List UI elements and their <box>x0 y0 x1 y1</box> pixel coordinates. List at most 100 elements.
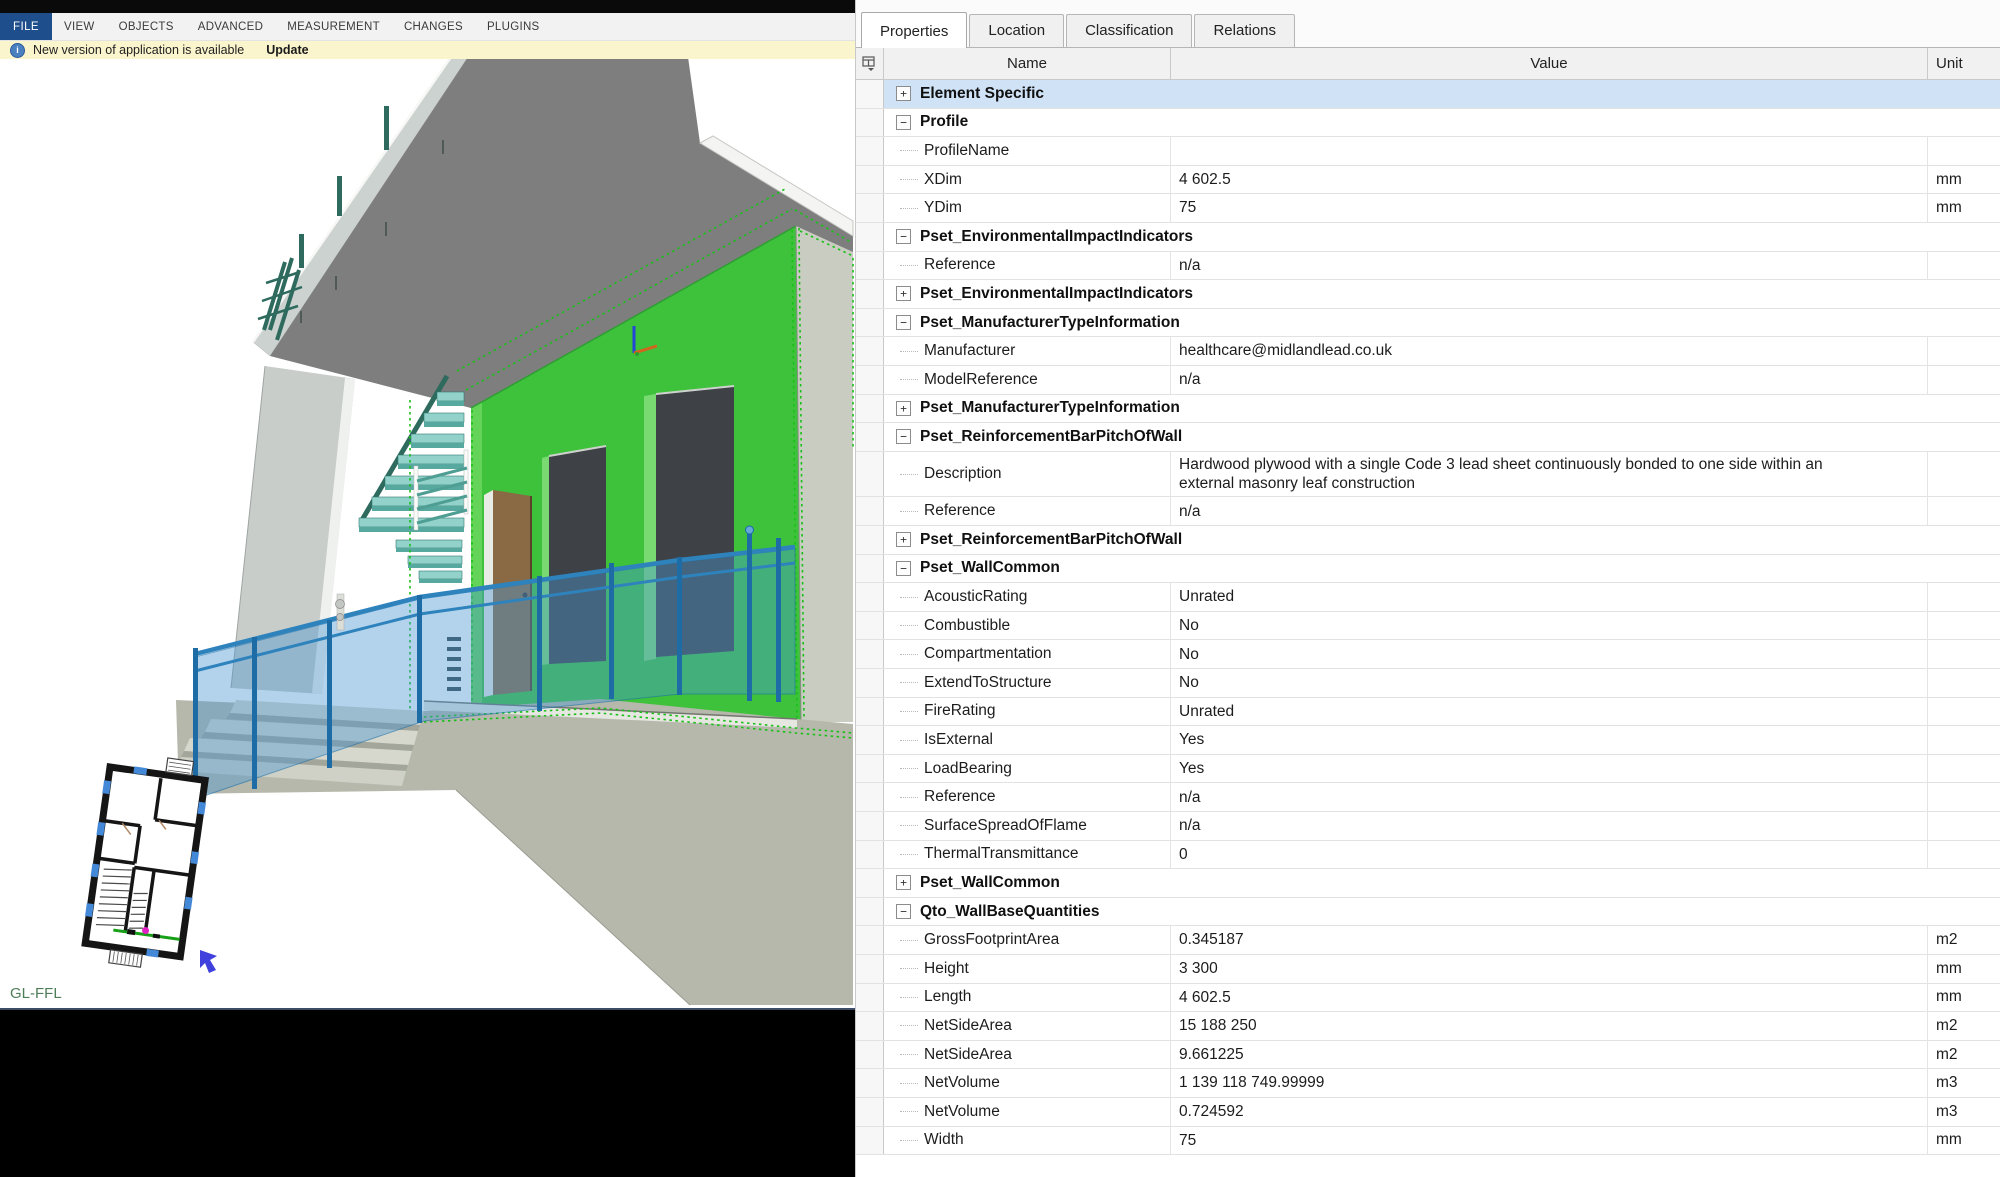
menu-item[interactable]: CHANGES <box>392 13 475 40</box>
menu-file-button[interactable]: FILE <box>0 13 52 40</box>
expand-icon[interactable]: + <box>896 875 911 890</box>
property-row[interactable]: DescriptionHardwood plywood with a singl… <box>856 452 2000 498</box>
menu-item[interactable]: OBJECTS <box>107 13 186 40</box>
expand-icon[interactable]: + <box>896 86 911 101</box>
property-group-row[interactable]: −Pset_ManufacturerTypeInformation <box>856 309 2000 338</box>
property-row[interactable]: YDim75mm <box>856 194 2000 223</box>
property-row[interactable]: LoadBearingYes <box>856 755 2000 784</box>
column-header-name[interactable]: Name <box>884 48 1171 79</box>
row-gutter <box>856 497 884 525</box>
property-row[interactable]: NetVolume0.724592m3 <box>856 1098 2000 1127</box>
group-label: Element Specific <box>920 85 1044 103</box>
column-header-value[interactable]: Value <box>1171 48 1928 79</box>
property-row[interactable]: GrossFootprintArea0.345187m2 <box>856 926 2000 955</box>
property-group-row[interactable]: −Pset_EnvironmentalImpactIndicators <box>856 223 2000 252</box>
property-value <box>1171 137 1928 165</box>
property-unit <box>1928 337 2000 365</box>
property-value: 1 139 118 749.99999 <box>1171 1069 1928 1097</box>
property-row[interactable]: XDim4 602.5mm <box>856 166 2000 195</box>
property-unit <box>1928 841 2000 869</box>
property-row[interactable]: Width75mm <box>856 1127 2000 1156</box>
property-row[interactable]: CombustibleNo <box>856 612 2000 641</box>
property-row[interactable]: NetVolume1 139 118 749.99999m3 <box>856 1069 2000 1098</box>
property-name: NetSideArea <box>924 1046 1012 1064</box>
expand-icon[interactable]: + <box>896 401 911 416</box>
property-row[interactable]: Length4 602.5mm <box>856 984 2000 1013</box>
property-name: FireRating <box>924 702 996 720</box>
property-row[interactable]: Referencen/a <box>856 252 2000 281</box>
row-gutter <box>856 669 884 697</box>
property-row[interactable]: Manufacturerhealthcare@midlandlead.co.uk <box>856 337 2000 366</box>
property-value: n/a <box>1171 783 1928 811</box>
collapse-icon[interactable]: − <box>896 429 911 444</box>
expand-icon[interactable]: + <box>896 532 911 547</box>
property-row[interactable]: SurfaceSpreadOfFlamen/a <box>856 812 2000 841</box>
property-value: Yes <box>1171 726 1928 754</box>
tab-location[interactable]: Location <box>969 14 1064 47</box>
collapse-icon[interactable]: − <box>896 561 911 576</box>
tree-stub <box>900 379 918 380</box>
menu-item[interactable]: MEASUREMENT <box>275 13 392 40</box>
property-row[interactable]: ProfileName <box>856 137 2000 166</box>
property-row[interactable]: AcousticRatingUnrated <box>856 583 2000 612</box>
property-name: Combustible <box>924 617 1010 635</box>
column-header-unit[interactable]: Unit <box>1928 48 2000 79</box>
tab-relations[interactable]: Relations <box>1194 14 1295 47</box>
tree-stub <box>900 265 918 266</box>
property-row[interactable]: ThermalTransmittance0 <box>856 841 2000 870</box>
collapse-icon[interactable]: − <box>896 229 911 244</box>
menu-item[interactable]: VIEW <box>52 13 107 40</box>
row-gutter <box>856 395 884 423</box>
property-group-row[interactable]: −Pset_WallCommon <box>856 555 2000 584</box>
tab-properties[interactable]: Properties <box>861 12 967 48</box>
group-label: Profile <box>920 113 968 131</box>
property-group-row[interactable]: −Pset_ReinforcementBarPitchOfWall <box>856 423 2000 452</box>
collapse-icon[interactable]: − <box>896 315 911 330</box>
viewport-3d[interactable] <box>0 0 855 1008</box>
property-group-row[interactable]: +Pset_EnvironmentalImpactIndicators <box>856 280 2000 309</box>
tree-stub <box>900 597 918 598</box>
property-row[interactable]: ExtendToStructureNo <box>856 669 2000 698</box>
property-group-row[interactable]: +Pset_ManufacturerTypeInformation <box>856 395 2000 424</box>
property-name: ExtendToStructure <box>924 674 1052 692</box>
property-name: Length <box>924 988 971 1006</box>
property-name: ProfileName <box>924 142 1009 160</box>
property-group-row[interactable]: −Profile <box>856 109 2000 138</box>
column-chooser-cell[interactable] <box>856 48 884 79</box>
property-name: Reference <box>924 502 996 520</box>
row-gutter <box>856 280 884 308</box>
property-row[interactable]: CompartmentationNo <box>856 640 2000 669</box>
property-row[interactable]: Height3 300mm <box>856 955 2000 984</box>
row-gutter <box>856 452 884 497</box>
property-unit <box>1928 640 2000 668</box>
property-value: 0.724592 <box>1171 1098 1928 1126</box>
property-row[interactable]: Reference n/a <box>856 497 2000 526</box>
tree-stub <box>900 1054 918 1055</box>
menu-item[interactable]: ADVANCED <box>186 13 275 40</box>
property-name: Manufacturer <box>924 342 1015 360</box>
property-group-row[interactable]: +Pset_WallCommon <box>856 869 2000 898</box>
collapse-icon[interactable]: − <box>896 115 911 130</box>
row-gutter <box>856 755 884 783</box>
property-row[interactable]: FireRatingUnrated <box>856 698 2000 727</box>
property-group-row[interactable]: −Qto_WallBaseQuantities <box>856 898 2000 927</box>
property-name: Compartmentation <box>924 645 1052 663</box>
property-row[interactable]: Referencen/a <box>856 783 2000 812</box>
property-name: IsExternal <box>924 731 993 749</box>
property-row[interactable]: IsExternal Yes <box>856 726 2000 755</box>
update-link[interactable]: Update <box>266 43 308 57</box>
group-label: Pset_EnvironmentalImpactIndicators <box>920 228 1193 246</box>
property-value: 15 188 250 <box>1171 1012 1928 1040</box>
property-row[interactable]: NetSideArea15 188 250m2 <box>856 1012 2000 1041</box>
tree-stub <box>900 150 918 151</box>
property-row[interactable]: NetSideArea9.661225m2 <box>856 1041 2000 1070</box>
tab-classification[interactable]: Classification <box>1066 14 1192 47</box>
menu-item[interactable]: PLUGINS <box>475 13 552 40</box>
property-group-row[interactable]: + Element Specific <box>856 80 2000 109</box>
property-group-row[interactable]: +Pset_ReinforcementBarPitchOfWall <box>856 526 2000 555</box>
collapse-icon[interactable]: − <box>896 904 911 919</box>
property-row[interactable]: ModelReferencen/a <box>856 366 2000 395</box>
property-value: n/a <box>1171 497 1928 525</box>
expand-icon[interactable]: + <box>896 286 911 301</box>
property-unit <box>1928 452 2000 497</box>
